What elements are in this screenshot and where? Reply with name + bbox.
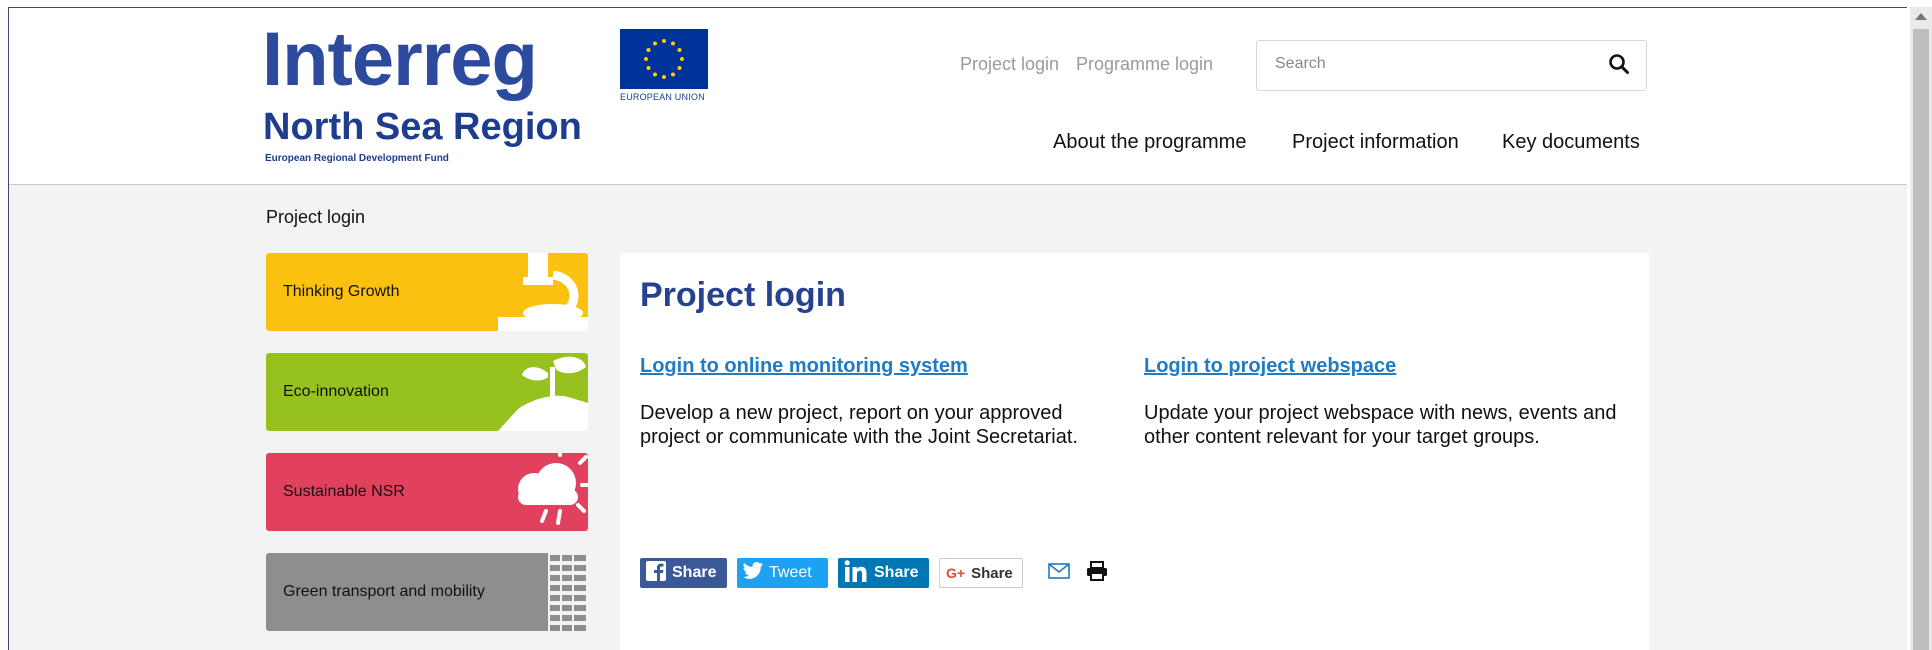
logo-region: North Sea Region (263, 106, 582, 148)
eu-flag-icon (620, 29, 708, 89)
print-icon[interactable] (1086, 561, 1108, 586)
project-webspace-link[interactable]: Login to project webspace (1144, 355, 1396, 378)
nav-about-programme[interactable]: About the programme (1053, 131, 1246, 154)
priority-green-transport[interactable]: Green transport and mobility (266, 553, 588, 631)
browser-viewport: Interreg North Sea Region European Regio… (8, 7, 1907, 650)
nav-key-documents[interactable]: Key documents (1502, 131, 1640, 154)
scroll-up-arrow-icon[interactable] (1915, 13, 1927, 20)
logo-wordmark: Interreg (262, 17, 538, 102)
logo-fund: European Regional Development Fund (265, 153, 449, 164)
monitoring-system-link[interactable]: Login to online monitoring system (640, 355, 968, 378)
eu-caption: EUROPEAN UNION (620, 92, 705, 102)
facebook-icon (646, 560, 666, 586)
twitter-tweet-button[interactable]: Tweet (737, 558, 828, 588)
facebook-share-label: Share (672, 564, 717, 581)
linkedin-share-label: Share (874, 564, 919, 581)
weather-icon (518, 453, 588, 525)
email-icon[interactable] (1048, 563, 1070, 584)
priority-thinking-growth[interactable]: Thinking Growth (266, 253, 588, 331)
search-box (1256, 40, 1647, 91)
priority-eco-innovation[interactable]: Eco-innovation (266, 353, 588, 431)
search-icon[interactable] (1608, 53, 1632, 77)
tile-label: Green transport and mobility (283, 583, 485, 600)
project-webspace-description: Update your project webspace with news, … (1144, 402, 1617, 448)
tile-label: Eco-innovation (283, 383, 389, 400)
twitter-tweet-label: Tweet (769, 564, 812, 581)
search-input[interactable] (1273, 54, 1597, 74)
monitoring-system-description: Develop a new project, report on your ap… (640, 402, 1078, 448)
google-plus-icon: G+ (946, 565, 966, 581)
breadcrumb: Project login (266, 207, 366, 227)
plant-hand-icon (498, 356, 588, 431)
linkedin-icon (844, 559, 868, 587)
content-panel: Project login Login to online monitoring… (620, 253, 1649, 650)
microscope-icon (498, 253, 588, 331)
project-login-link[interactable]: Project login (960, 54, 1059, 75)
programme-login-link[interactable]: Programme login (1076, 54, 1213, 75)
containers-icon (548, 553, 588, 631)
nav-project-information[interactable]: Project information (1292, 131, 1459, 154)
google-plus-share-label: Share (971, 564, 1013, 582)
tile-label: Sustainable NSR (283, 483, 405, 500)
priority-sustainable-nsr[interactable]: Sustainable NSR (266, 453, 588, 531)
facebook-share-button[interactable]: Share (640, 558, 727, 588)
scrollbar-thumb[interactable] (1913, 29, 1929, 650)
site-header: Interreg North Sea Region European Regio… (9, 8, 1907, 185)
vertical-scrollbar[interactable] (1910, 7, 1932, 650)
linkedin-share-button[interactable]: Share (838, 558, 929, 588)
tile-label: Thinking Growth (283, 283, 400, 300)
twitter-icon (743, 562, 763, 584)
google-plus-share-button[interactable]: G+ Share (939, 558, 1023, 588)
page-title: Project login (640, 276, 846, 314)
